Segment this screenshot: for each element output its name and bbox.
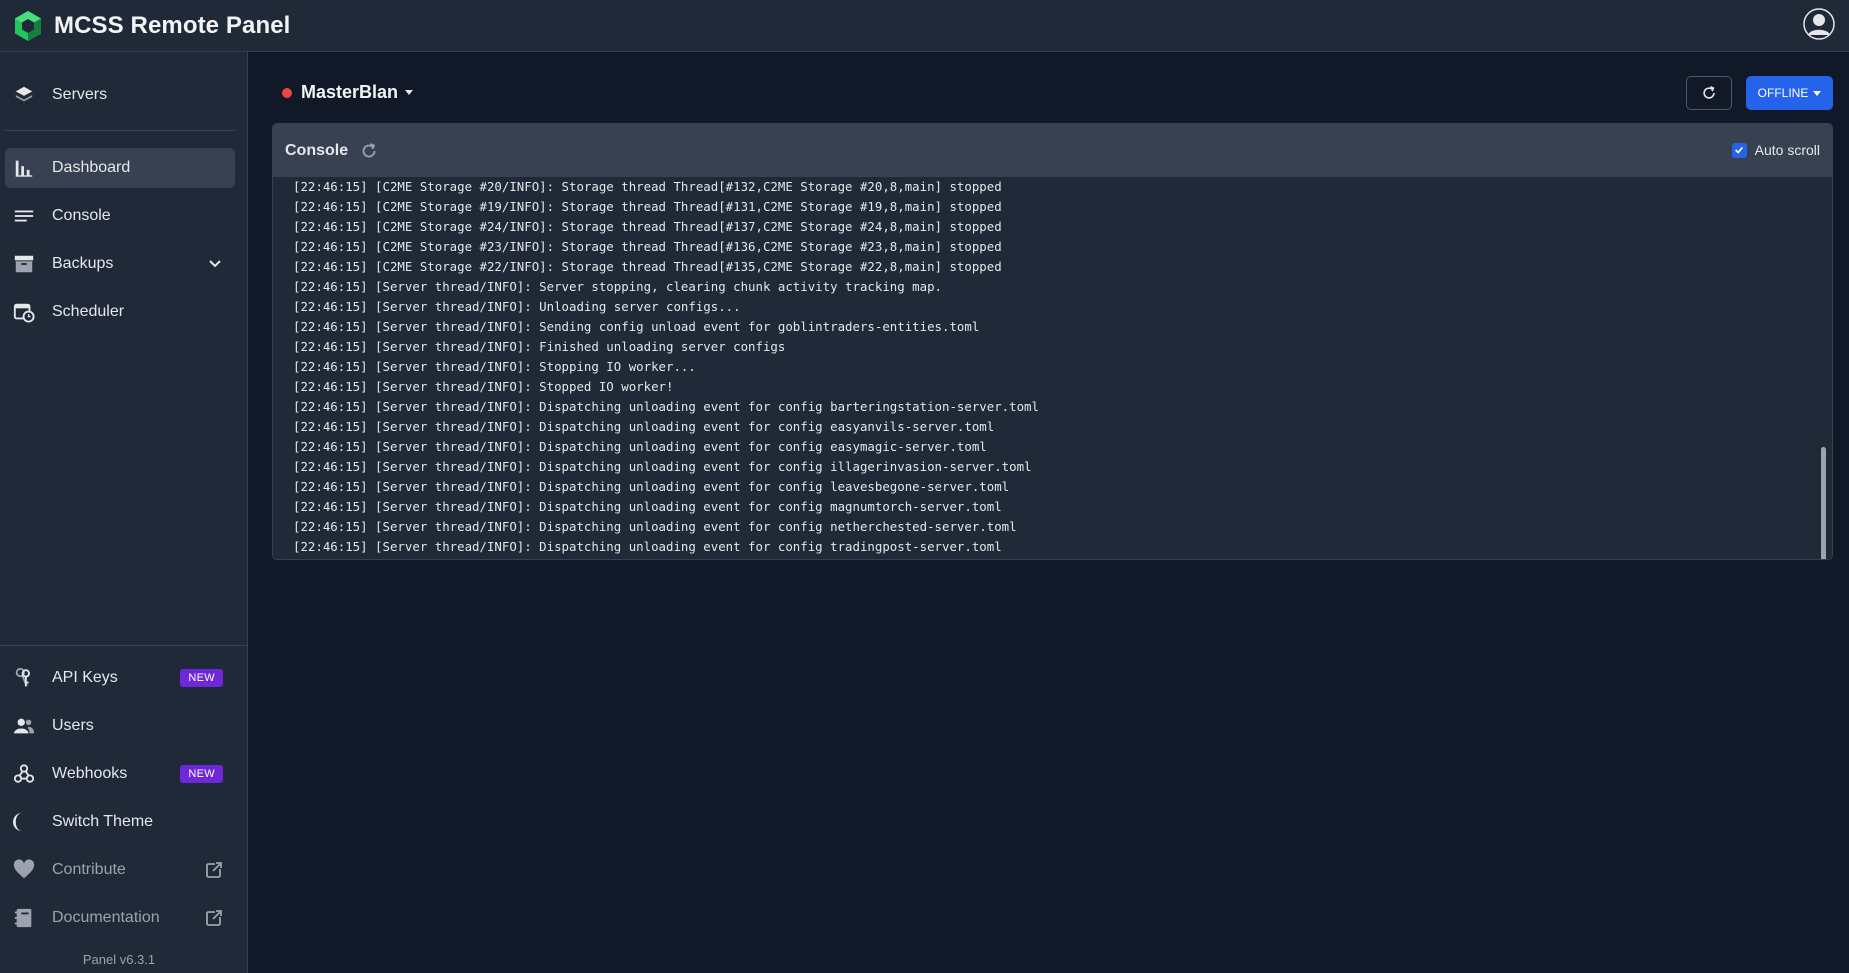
autoscroll-toggle[interactable]: Auto scroll <box>1731 142 1820 158</box>
sidebar-item-switch-theme[interactable]: Switch Theme <box>5 802 235 842</box>
console-log-line: [22:46:15] [Server thread/INFO]: Dispatc… <box>293 479 1010 494</box>
brand[interactable]: MCSS Remote Panel <box>12 10 290 42</box>
sidebar-item-scheduler[interactable]: Scheduler <box>5 292 235 332</box>
panel-version: Panel v6.3.1 <box>82 952 156 967</box>
archive-icon <box>13 253 35 275</box>
sidebar-item-api-keys[interactable]: API Keys NEW <box>5 658 235 698</box>
external-link-icon <box>205 909 223 927</box>
sidebar-item-label: Dashboard <box>52 159 131 176</box>
refresh-button[interactable] <box>1686 76 1732 110</box>
sidebar-item-label: Documentation <box>52 909 160 926</box>
server-name: MasterBlan <box>301 82 399 102</box>
server-status-label: OFFLINE <box>1757 86 1809 100</box>
sidebar-item-users[interactable]: Users <box>5 706 235 746</box>
server-status-button[interactable]: OFFLINE <box>1746 76 1833 110</box>
sidebar-item-label: Backups <box>52 255 114 272</box>
top-bar: MCSS Remote Panel <box>0 0 1849 52</box>
user-menu-button[interactable] <box>1803 8 1835 40</box>
sidebar-item-label: Servers <box>52 86 108 103</box>
console-log-line: [22:46:15] [Server thread/INFO]: Dispatc… <box>293 499 1002 514</box>
sidebar-divider <box>5 130 235 131</box>
webhook-icon <box>13 763 35 785</box>
console-log-line: [22:46:15] [Server thread/INFO]: Stoppin… <box>293 359 696 374</box>
calendar-clock-icon <box>13 301 35 323</box>
chevron-down-icon[interactable] <box>207 256 223 272</box>
console-log-line: [22:46:15] [Server thread/INFO]: Server … <box>293 279 943 294</box>
sidebar-item-contribute[interactable]: Contribute <box>5 850 235 890</box>
console-log-line: [22:46:15] [Server thread/INFO]: Dispatc… <box>293 439 987 454</box>
heart-icon <box>13 859 35 881</box>
new-badge: NEW <box>180 765 223 783</box>
sidebar-item-label: Console <box>52 207 111 224</box>
server-selector[interactable]: MasterBlan <box>282 82 414 103</box>
console-log-line: [22:46:15] [Server thread/INFO]: Dispatc… <box>293 539 1002 554</box>
sidebar-item-label: Contribute <box>52 861 126 878</box>
sidebar-item-servers[interactable]: Servers <box>5 75 235 115</box>
check-icon <box>1735 146 1744 154</box>
sidebar-item-dashboard[interactable]: Dashboard <box>5 148 235 188</box>
caret-down-icon <box>405 90 414 95</box>
console-log-line: [22:46:15] [C2ME Storage #24/INFO]: Stor… <box>293 219 1002 234</box>
console-lines-icon <box>13 205 35 227</box>
console-log-line: [22:46:15] [C2ME Storage #23/INFO]: Stor… <box>293 239 1002 254</box>
keys-icon <box>13 667 35 689</box>
console-scrollbar[interactable] <box>1821 447 1826 559</box>
console-log-line: [22:46:15] [C2ME Storage #19/INFO]: Stor… <box>293 199 1002 214</box>
console-title: Console <box>285 141 349 159</box>
sidebar-item-label: Webhooks <box>52 765 128 782</box>
console-log-line: [22:46:15] [C2ME Storage #20/INFO]: Stor… <box>293 179 1002 194</box>
layers-icon <box>13 84 35 106</box>
console-output[interactable]: [22:46:15] [C2ME Storage #20/INFO]: Stor… <box>273 177 1832 559</box>
users-icon <box>13 715 35 737</box>
sidebar-divider <box>0 645 248 646</box>
sidebar-item-webhooks[interactable]: Webhooks NEW <box>5 754 235 794</box>
refresh-icon <box>1703 86 1715 99</box>
external-link-icon <box>205 861 223 879</box>
console-log-line: [22:46:15] [Server thread/INFO]: Sending… <box>293 319 980 334</box>
autoscroll-checkbox[interactable] <box>1731 142 1747 158</box>
caret-down-icon <box>1813 90 1822 96</box>
sidebar-item-label: Scheduler <box>52 303 125 320</box>
sidebar-item-documentation[interactable]: Documentation <box>5 898 235 938</box>
sidebar-item-backups[interactable]: Backups <box>5 244 235 284</box>
console-header: Console Auto scroll <box>273 124 1832 177</box>
console-log-line: [22:46:15] [Server thread/INFO]: Dispatc… <box>293 419 995 434</box>
console-log-line: [22:46:15] [Server thread/INFO]: Dispatc… <box>293 399 1039 414</box>
logo-icon <box>15 10 41 41</box>
sidebar-item-label: API Keys <box>52 669 118 686</box>
app-title: MCSS Remote Panel <box>54 11 291 39</box>
server-status-dot <box>282 87 292 98</box>
new-badge: NEW <box>180 669 223 687</box>
moon-icon <box>13 811 35 833</box>
console-card: Console Auto scroll [22:46:15] [C2ME Sto… <box>272 123 1833 560</box>
user-icon <box>1803 8 1835 40</box>
sidebar-item-console[interactable]: Console <box>5 196 235 236</box>
console-log-line: [22:46:15] [Server thread/INFO]: Dispatc… <box>293 459 1032 474</box>
sidebar: Servers Dashboard Console Backups Schedu… <box>0 52 248 973</box>
console-log-lines: [22:46:15] [C2ME Storage #20/INFO]: Stor… <box>293 177 1039 557</box>
autoscroll-label: Auto scroll <box>1754 142 1820 158</box>
book-icon <box>13 907 35 929</box>
console-log-line: [22:46:15] [Server thread/INFO]: Dispatc… <box>293 519 1017 534</box>
console-log-line: [22:46:15] [C2ME Storage #22/INFO]: Stor… <box>293 259 1002 274</box>
console-refresh-icon[interactable] <box>360 142 378 160</box>
console-log-line: [22:46:15] [Server thread/INFO]: Unloadi… <box>293 299 741 314</box>
bar-chart-icon <box>13 157 35 179</box>
console-log-line: [22:46:15] [Server thread/INFO]: Finishe… <box>293 339 786 354</box>
console-log-line: [22:46:15] [Server thread/INFO]: Stopped… <box>293 379 674 394</box>
sidebar-item-label: Users <box>52 717 94 734</box>
sidebar-item-label: Switch Theme <box>52 813 154 830</box>
